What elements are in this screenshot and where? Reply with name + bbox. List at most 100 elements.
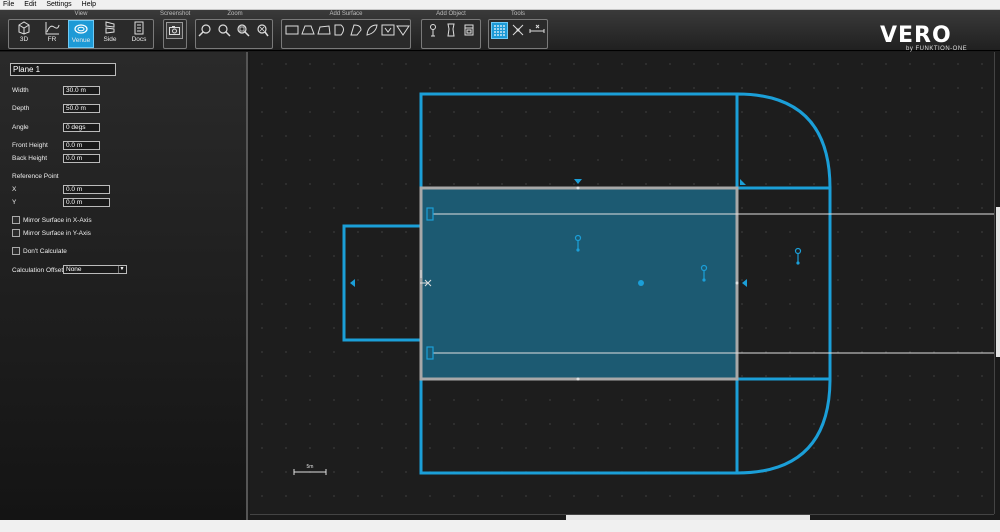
arrow-top-marker [574,179,582,184]
calculation-offset-select[interactable]: None ▼ [63,265,127,274]
dont-calculate-label: Don't Calculate [23,248,67,255]
add-listener-button[interactable] [425,22,442,39]
menu-file[interactable]: File [3,0,14,10]
add-arc-button[interactable] [332,22,349,39]
menu-bar: File Edit Settings Help [0,0,1000,10]
arrow-right-marker [742,279,747,287]
add-object-group: Add Object [421,10,481,51]
scale-bar-label: 5m [307,464,314,470]
snap-icon [512,24,524,36]
document-icon [134,21,144,35]
venue-canvas[interactable]: 5m [250,52,994,514]
plane-name-field[interactable]: Plane 1 [10,63,116,76]
add-object-group-label: Add Object [436,11,466,17]
reference-point-label: Reference Point [12,173,59,180]
tools-group-label: Tools [510,11,525,17]
mirror-y-checkbox[interactable] [12,229,20,237]
box-check-icon [381,24,395,36]
zoom-fit-button[interactable] [235,22,252,39]
view-docs-button[interactable]: Docs [126,20,152,48]
surface-bottom-right-arc [735,377,832,475]
zoom-fit-icon [237,24,250,37]
menu-help[interactable]: Help [82,0,96,10]
zoom-out-button[interactable] [216,22,233,39]
measure-icon [529,24,545,33]
grid-tool-button[interactable] [491,22,508,39]
x-label: X [12,186,17,193]
dont-calculate-checkbox[interactable] [12,247,20,255]
add-surface-group: Add Surface [281,10,411,51]
screenshot-group-label: Screenshot [160,11,191,17]
width-field[interactable]: 30.0 m [63,86,100,95]
back-height-label: Back Height [12,155,48,162]
angle-field[interactable]: 0 degs [63,123,100,132]
venue-drawing[interactable]: 5m [250,52,994,514]
depth-label: Depth [12,105,30,112]
center-point [638,280,644,286]
surface-top-right-arc [735,92,832,190]
view-side-button[interactable]: Side [97,20,123,48]
selected-plane [419,186,739,381]
tools-group: Tools [488,10,548,51]
chevron-down-icon: ▼ [118,266,125,273]
add-array-button[interactable] [461,22,478,39]
add-speaker-button[interactable] [443,22,460,39]
vertical-scrollbar[interactable] [994,52,1000,514]
venue-icon [74,24,88,34]
properties-panel: Plane 1 Width 30.0 m Depth 50.0 m Angle … [0,52,248,520]
vertical-scroll-thumb[interactable] [996,207,1000,357]
add-quad-button[interactable] [316,22,333,39]
side-view-icon [105,21,115,34]
cube-icon [18,21,30,35]
zoom-in-button[interactable] [197,22,214,39]
zoom-reset-button[interactable] [254,22,271,39]
quad-icon [317,25,331,35]
y-field[interactable]: 0.0 m [63,198,110,207]
add-trapezoid-button[interactable] [300,22,317,39]
add-sector-button[interactable] [348,22,365,39]
back-height-field[interactable]: 0.0 m [63,154,100,163]
zoom-out-icon [218,24,231,37]
zoom-group-label: Zoom [227,11,243,17]
front-height-label: Front Height [12,142,48,149]
calculation-offset-label: Calculation Offset [12,267,64,274]
listener-3 [794,247,802,265]
listener-icon [430,24,436,37]
chart-icon [45,22,60,35]
view-group: View 3D FR Venue Side Docs [8,10,154,51]
surface-right-rect [735,186,832,381]
arrow-left-marker [350,279,355,287]
add-triangle-button[interactable] [395,22,412,39]
add-rectangle-button[interactable] [284,22,301,39]
array-icon [464,24,474,36]
add-surface-group-label: Add Surface [329,11,363,17]
camera-icon [169,26,180,35]
speaker-icon [447,23,455,37]
grid-icon [494,25,505,36]
toolbar: View 3D FR Venue Side Docs Screenshot Zo… [0,10,1000,52]
screenshot-button[interactable] [166,22,183,39]
zoom-reset-icon [257,24,269,37]
vero-logo: VERO [880,23,952,48]
depth-field[interactable]: 50.0 m [63,104,100,113]
menu-edit[interactable]: Edit [24,0,36,10]
status-bar [0,520,1000,532]
width-label: Width [12,87,29,94]
add-curve-button[interactable] [364,22,381,39]
rectangle-icon [285,25,299,35]
menu-settings[interactable]: Settings [46,0,71,10]
sector-icon [350,24,362,36]
x-field[interactable]: 0.0 m [63,185,110,194]
arc-icon [334,24,344,36]
y-label: Y [12,199,17,206]
mirror-x-checkbox[interactable] [12,216,20,224]
snap-tool-button[interactable] [510,22,527,39]
front-height-field[interactable]: 0.0 m [63,141,100,150]
measure-tool-button[interactable] [528,22,545,39]
view-venue-button[interactable]: Venue [68,20,94,48]
view-fr-button[interactable]: FR [39,20,65,48]
curve-icon [366,24,378,36]
surface-bottom-rect [419,377,739,475]
view-3d-button[interactable]: 3D [11,20,37,48]
zoom-group: Zoom [195,10,275,51]
